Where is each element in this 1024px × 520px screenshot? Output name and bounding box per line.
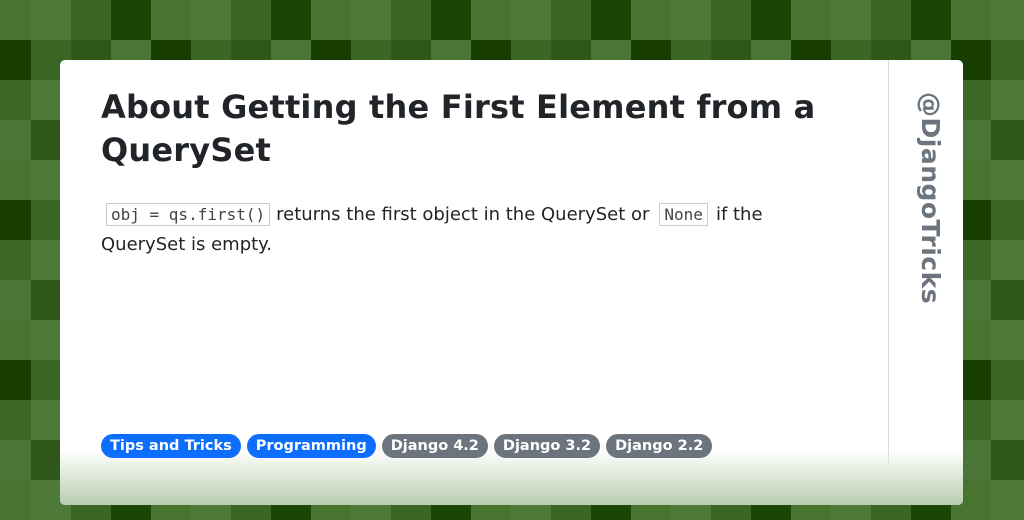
background-tile [0, 480, 31, 520]
background-tile [0, 320, 31, 360]
background-tile [991, 360, 1024, 400]
background-tile [991, 160, 1024, 200]
background-tile [151, 0, 191, 40]
background-tile [871, 0, 911, 40]
tag-django-4-2[interactable]: Django 4.2 [381, 434, 488, 458]
background-tile [0, 200, 31, 240]
background-tile [391, 0, 431, 40]
background-tile [351, 0, 391, 40]
background-tile [471, 0, 511, 40]
background-tile [0, 120, 31, 160]
background-tile [0, 40, 31, 80]
background-tile [991, 0, 1024, 40]
post-card: About Getting the First Element from a Q… [60, 60, 963, 505]
background-tile [0, 360, 31, 400]
background-tile [711, 0, 751, 40]
tag-programming[interactable]: Programming [246, 434, 376, 458]
background-tile [991, 280, 1024, 320]
background-tile [0, 80, 31, 120]
tag-list: Tips and Tricks Programming Django 4.2 D… [101, 434, 713, 458]
post-title: About Getting the First Element from a Q… [101, 88, 816, 169]
background-tile [231, 0, 271, 40]
tag-tips-and-tricks[interactable]: Tips and Tricks [101, 434, 241, 458]
background-tile [631, 0, 671, 40]
tag-django-2-2[interactable]: Django 2.2 [606, 434, 713, 458]
background-tile [0, 400, 31, 440]
background-tile [991, 480, 1024, 520]
body-text-1: returns the first object in the QuerySet… [276, 204, 650, 225]
background-tile [431, 0, 471, 40]
background-tile [0, 0, 31, 40]
background-tile [191, 0, 231, 40]
background-tile [991, 200, 1024, 240]
sidebar-divider [888, 60, 889, 505]
background-tile [991, 80, 1024, 120]
background-tile [991, 400, 1024, 440]
code-snippet-first: obj = qs.first() [106, 203, 271, 226]
background-tile [991, 440, 1024, 480]
background-tile [71, 0, 111, 40]
background-tile [271, 0, 311, 40]
background-tile [751, 0, 791, 40]
post-body: obj = qs.first() returns the first object… [101, 200, 821, 260]
background-tile [831, 0, 871, 40]
background-tile [0, 160, 31, 200]
background-tile [671, 0, 711, 40]
background-tile [991, 120, 1024, 160]
background-tile [111, 0, 151, 40]
tag-django-3-2[interactable]: Django 3.2 [493, 434, 601, 458]
background-tile [551, 0, 591, 40]
twitter-handle: @DjangoTricks [916, 92, 945, 305]
background-tile [911, 0, 951, 40]
background-tile [0, 440, 31, 480]
background-tile [791, 0, 831, 40]
background-tile [0, 240, 31, 280]
background-tile [511, 0, 551, 40]
background-tile [991, 320, 1024, 360]
background-tile [991, 40, 1024, 80]
background-tile [0, 280, 31, 320]
background-tile [951, 0, 991, 40]
background-tile [311, 0, 351, 40]
card-bottom-fade [60, 450, 963, 505]
code-snippet-none: None [659, 203, 708, 226]
background-tile [591, 0, 631, 40]
background-tile [991, 240, 1024, 280]
background-tile [31, 0, 71, 40]
